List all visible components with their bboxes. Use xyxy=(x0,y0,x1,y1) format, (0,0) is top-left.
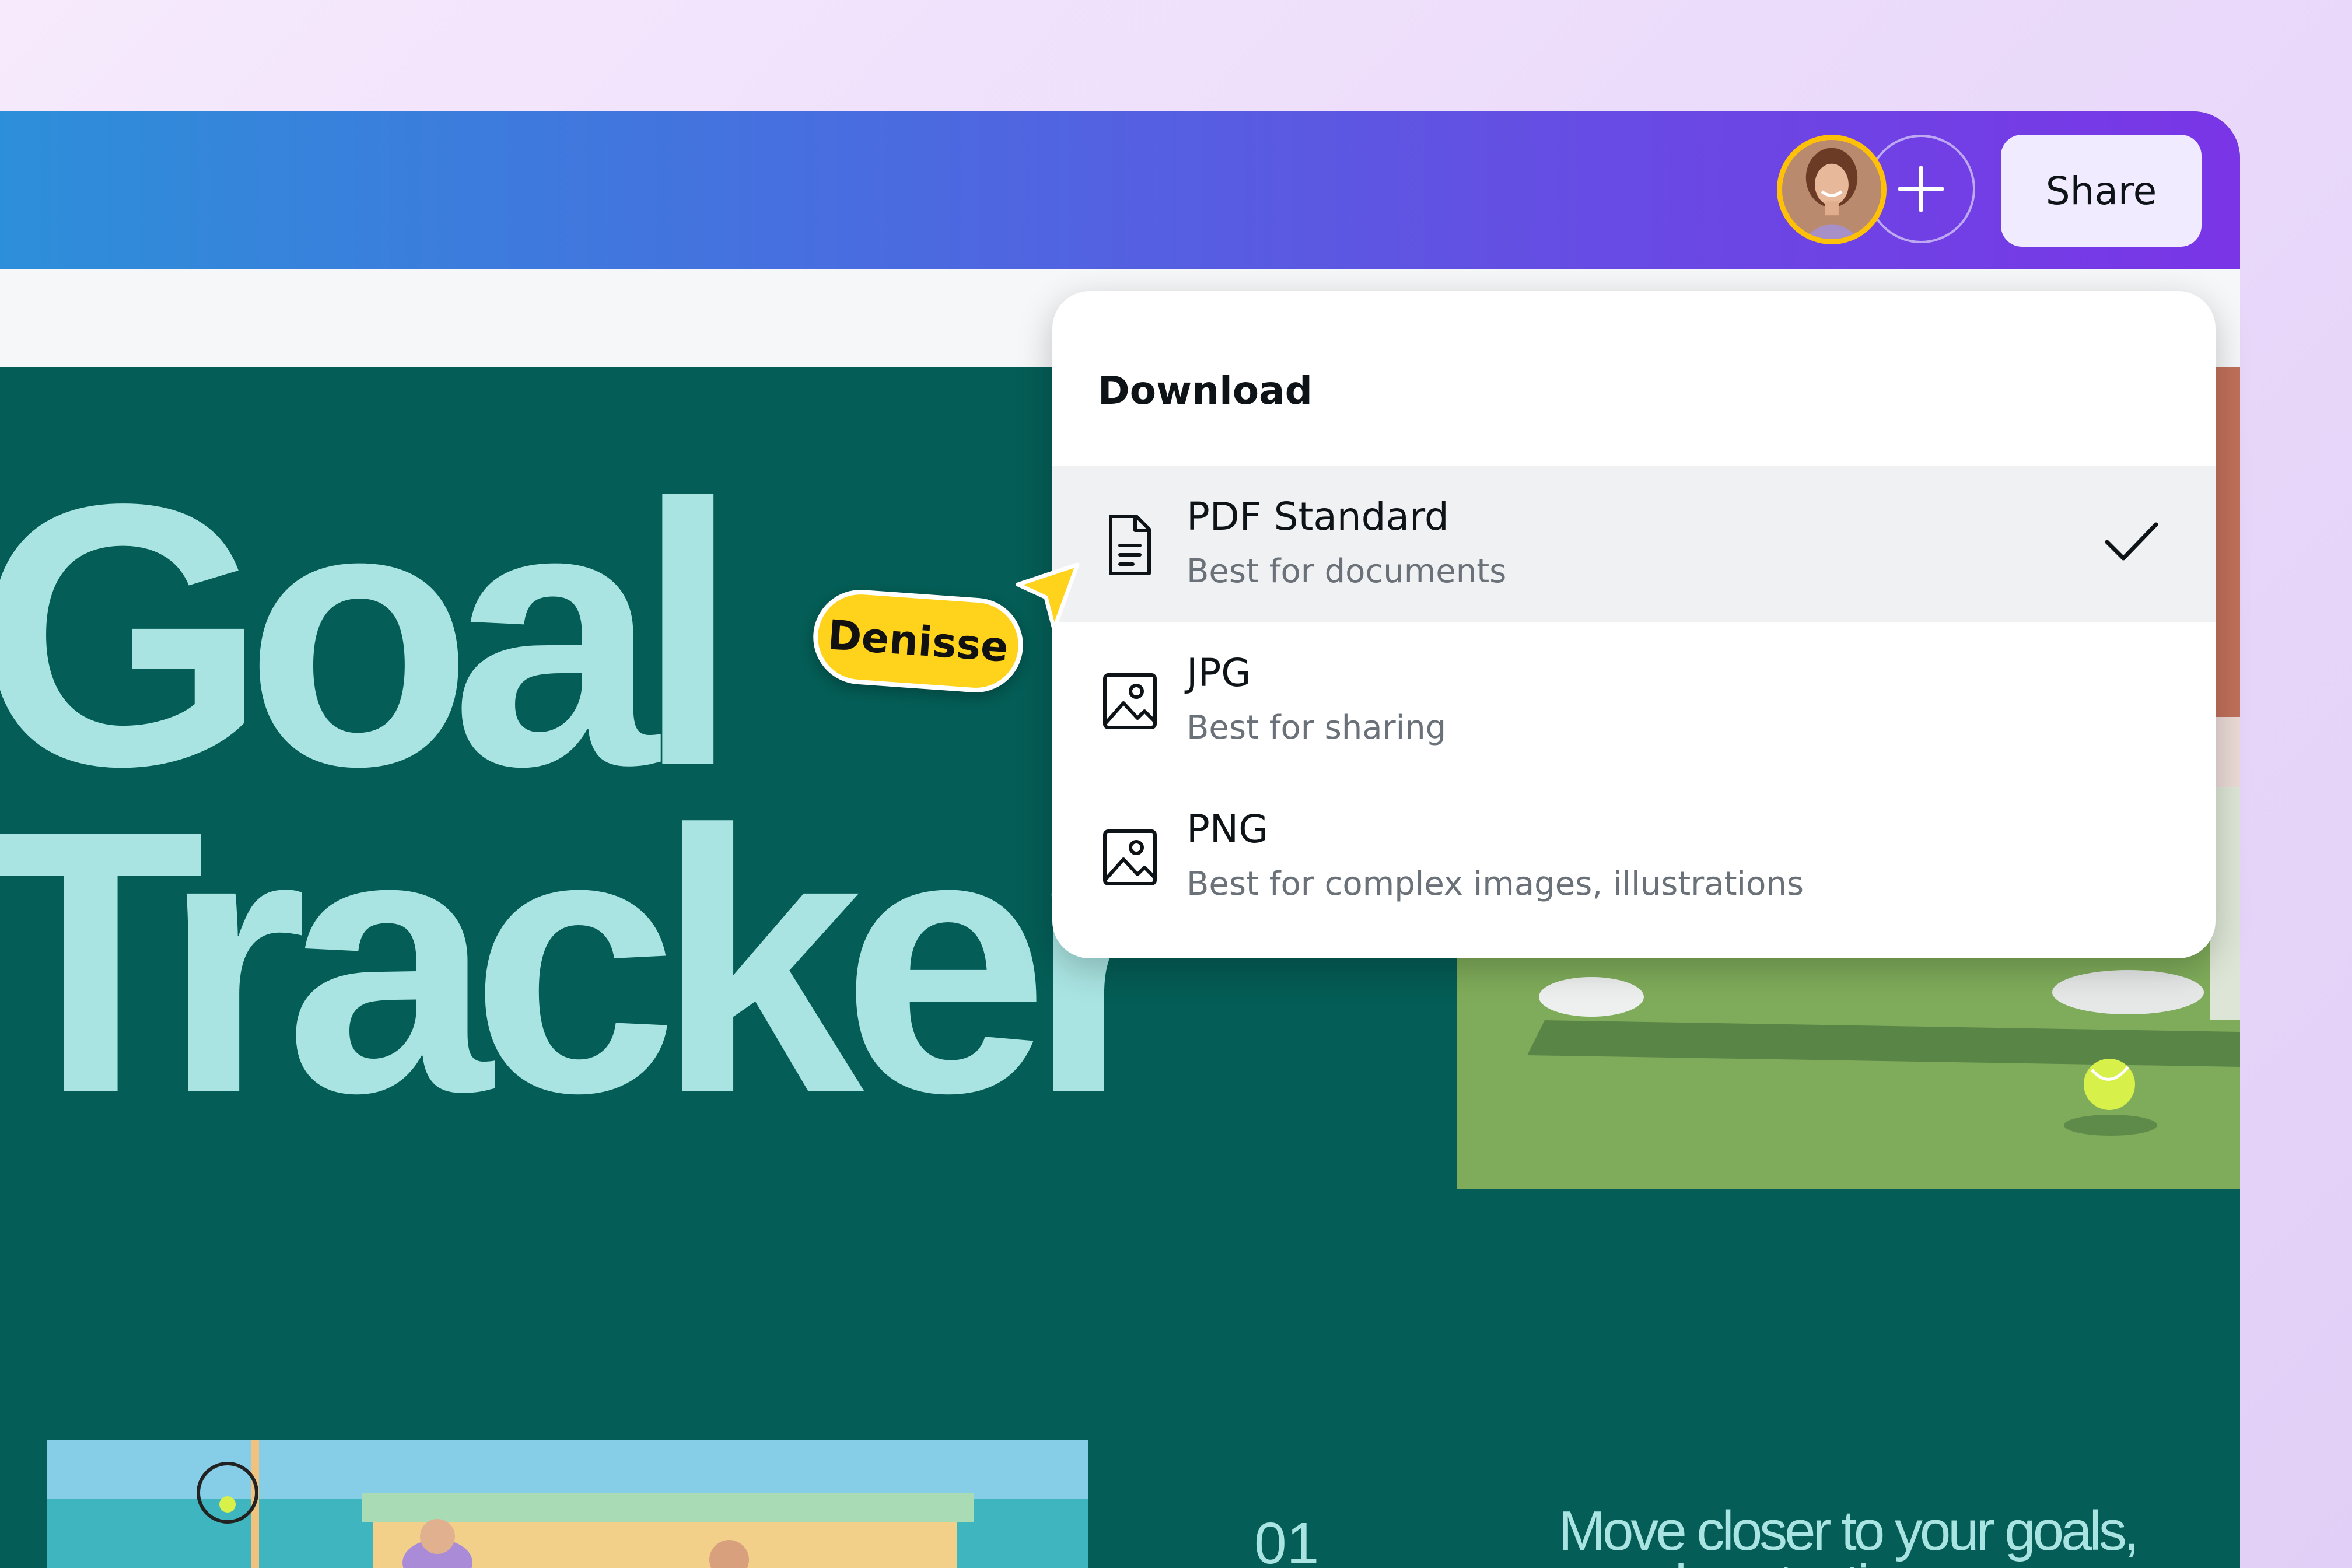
download-option-png[interactable]: PNG Best for complex images, illustratio… xyxy=(1052,779,2216,935)
collaborator-cursor-icon xyxy=(1016,562,1080,631)
page-number: 01 xyxy=(1254,1511,1320,1568)
editor-top-bar: Share xyxy=(0,111,2240,269)
download-dropdown: Download PDF Standard Best for documents… xyxy=(1052,291,2216,958)
share-button[interactable]: Share xyxy=(2001,135,2202,247)
players-photo[interactable] xyxy=(47,1440,1088,1568)
collaborator-name-tag: Denisse xyxy=(810,586,1027,696)
download-option-jpg[interactable]: JPG Best for sharing xyxy=(1052,622,2216,779)
players-illustration xyxy=(47,1440,1088,1568)
option-description: Best for complex images, illustrations xyxy=(1186,865,1804,903)
option-label: JPG xyxy=(1186,650,1251,695)
option-description: Best for sharing xyxy=(1186,709,1447,747)
download-title: Download xyxy=(1098,368,1312,413)
download-option-pdf-standard[interactable]: PDF Standard Best for documents xyxy=(1052,466,2216,622)
user-avatar[interactable] xyxy=(1777,135,1887,244)
option-description: Best for documents xyxy=(1186,552,1507,590)
tagline: Move closer to your goals, one day at a … xyxy=(1559,1500,2140,1568)
document-icon xyxy=(1109,514,1151,575)
plus-icon xyxy=(1898,166,1944,212)
user-avatar-photo xyxy=(1782,140,1881,239)
option-label: PDF Standard xyxy=(1186,494,1449,539)
image-icon xyxy=(1103,830,1157,886)
checkmark-icon xyxy=(2105,522,2158,561)
headline-line-2: Tracker xyxy=(0,753,1172,1170)
option-label: PNG xyxy=(1186,807,1269,852)
image-icon xyxy=(1103,673,1157,729)
